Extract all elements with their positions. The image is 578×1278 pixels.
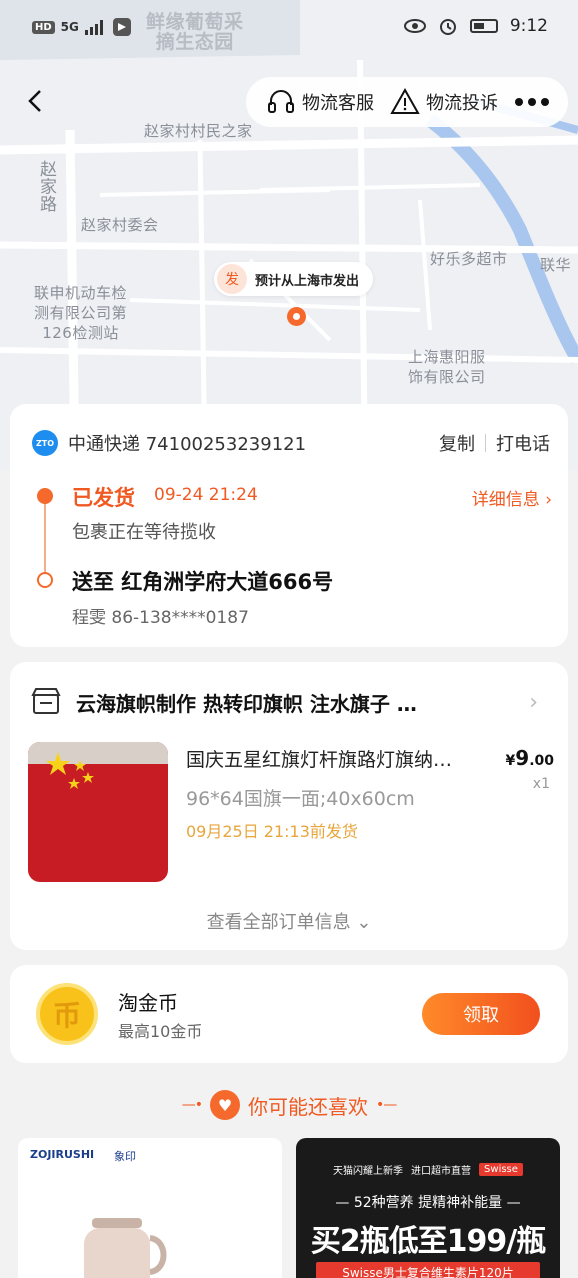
ship-origin-marker: 发 预计从上海市发出 (214, 262, 374, 296)
ad-header: 天猫闪耀上新季 进口超市直营 Swisse (296, 1162, 560, 1177)
delivery-address: 送至 红角洲学府大道666号 (72, 570, 334, 594)
shipping-status: 已发货 (72, 486, 135, 510)
map-label-road: 赵家路 (36, 160, 56, 213)
ad-store-label: 进口超市直营 (411, 1166, 472, 1177)
status-time: 9:12 (509, 16, 548, 36)
recommend-item-swisse-ad[interactable]: 天猫闪耀上新季 进口超市直营 Swisse — 52种营养 提精神补能量 — 买… (296, 1138, 560, 1278)
headset-icon (268, 90, 294, 113)
product-image[interactable] (28, 742, 168, 882)
shop-name-link[interactable]: 云海旗帜制作 热转印旗帜 注水旗子 … (76, 688, 506, 717)
taobao-coin-card: 币 淘金币 最高10金币 领取 (10, 965, 568, 1063)
detail-info-label: 详细信息 (471, 490, 540, 510)
ship-deadline: 09月25日 21:13前发货 (186, 822, 358, 841)
copy-button[interactable]: 复制 (439, 430, 475, 456)
recommend-item-zojirushi[interactable]: ZOJIRUSHI 象印 (18, 1138, 282, 1278)
divider (485, 434, 486, 452)
logistics-service-button[interactable]: 物流客服 (266, 87, 374, 117)
view-all-order-label: 查看全部订单信息 (206, 912, 351, 933)
top-actions-bar: 物流客服 物流投诉 (246, 77, 568, 127)
thermos-kettle-icon (84, 1218, 167, 1278)
coin-title: 淘金币 (118, 991, 178, 1015)
zojirushi-logo: ZOJIRUSHI (30, 1148, 95, 1161)
recommend-heading: —• ♥ 你可能还喜欢 •— (0, 1090, 578, 1120)
product-quantity: x1 (532, 776, 550, 792)
back-arrow-icon (28, 90, 41, 112)
courier-info: ZTO 中通快递 74100253239121 (32, 430, 306, 456)
more-options-icon[interactable] (514, 97, 550, 107)
ad-product-name: Swisse男士复合维生素片120片 (316, 1262, 540, 1278)
alarm-icon (439, 19, 456, 35)
logistics-complaint-button[interactable]: 物流投诉 (390, 87, 498, 117)
status-bar: HD 5G 9:12 (0, 0, 578, 56)
view-all-order-button[interactable]: 查看全部订单信息 ⌄ (10, 908, 568, 934)
product-price: ¥9.00 (505, 746, 554, 770)
status-description: 包裹正在等待揽收 (72, 522, 216, 543)
timeline-line (44, 496, 46, 576)
recommend-heading-text: 你可能还喜欢 (248, 1094, 368, 1119)
timeline-destination-dot (37, 572, 53, 588)
warning-icon (390, 87, 420, 114)
map-label-supermarket: 好乐多超市 (430, 250, 508, 268)
zto-logo-icon: ZTO (32, 430, 58, 456)
zojirushi-cn-label: 象印 (114, 1150, 136, 1163)
ship-origin-text: 预计从上海市发出 (255, 273, 360, 289)
logistics-map[interactable]: 鲜缘葡萄采 摘生态园 赵家村村民之家 赵家路 赵家村委会 好乐多超市 联华 联申… (0, 0, 578, 470)
location-dot-icon (287, 307, 306, 326)
eye-icon (403, 19, 426, 33)
flag-stars-icon (46, 752, 94, 789)
map-label-lianhua: 联华 (540, 256, 572, 274)
shipping-time: 09-24 21:24 (154, 485, 258, 505)
heart-icon: ♥ (210, 1090, 240, 1120)
coin-subtitle: 最高10金币 (118, 1022, 203, 1041)
chevron-down-icon: ⌄ (356, 912, 372, 933)
claim-coin-button[interactable]: 领取 (422, 993, 540, 1035)
ship-badge: 发 (217, 264, 247, 294)
map-label-committee: 赵家村委会 (81, 216, 159, 234)
map-label-test-station: 联申机动车检 测有限公司第 126检测站 (34, 284, 128, 342)
receiver-info: 程雯 86-138****0187 (72, 608, 249, 628)
ad-headline: 买2瓶低至199/瓶 (310, 1224, 546, 1259)
detail-info-link[interactable]: 详细信息 › (472, 485, 552, 510)
chevron-right-icon: › (545, 490, 552, 510)
back-button[interactable] (20, 86, 50, 116)
map-label-clothing: 上海惠阳服 饰有限公司 (408, 348, 486, 386)
map-label-villager-home: 赵家村村民之家 (144, 122, 253, 140)
logistics-complaint-label: 物流投诉 (426, 93, 498, 114)
app-notification-icon (112, 18, 131, 36)
timeline-current-dot (37, 488, 53, 504)
network-indicator: 5G (60, 20, 79, 34)
product-spec: 96*64国旗一面;40x60cm (186, 788, 415, 810)
coin-icon: 币 (36, 983, 98, 1045)
hd-icon: HD (32, 20, 55, 34)
decoration-left: —• (181, 1097, 203, 1113)
map-roads (0, 0, 578, 470)
order-card: 云海旗帜制作 热转印旗帜 注水旗子 … › 国庆五星红旗灯杆旗路灯旗纳… 96*… (10, 662, 568, 950)
decoration-right: •— (376, 1097, 397, 1113)
tracking-number: 中通快递 74100253239121 (68, 434, 307, 455)
ad-campaign-label: 天猫闪耀上新季 (333, 1166, 404, 1177)
battery-icon (469, 19, 498, 33)
logistics-service-label: 物流客服 (302, 93, 374, 114)
ad-tagline: — 52种营养 提精神补能量 — (335, 1195, 521, 1211)
chevron-right-icon[interactable]: › (529, 690, 538, 715)
logistics-card: ZTO 中通快递 74100253239121 复制 打电话 已发货 09-24… (10, 404, 568, 647)
signal-icon (84, 20, 103, 35)
product-title[interactable]: 国庆五星红旗灯杆旗路灯旗纳… (186, 745, 492, 772)
call-button[interactable]: 打电话 (496, 430, 550, 456)
ad-brand-tag: Swisse (479, 1163, 523, 1176)
shop-icon (31, 688, 61, 714)
